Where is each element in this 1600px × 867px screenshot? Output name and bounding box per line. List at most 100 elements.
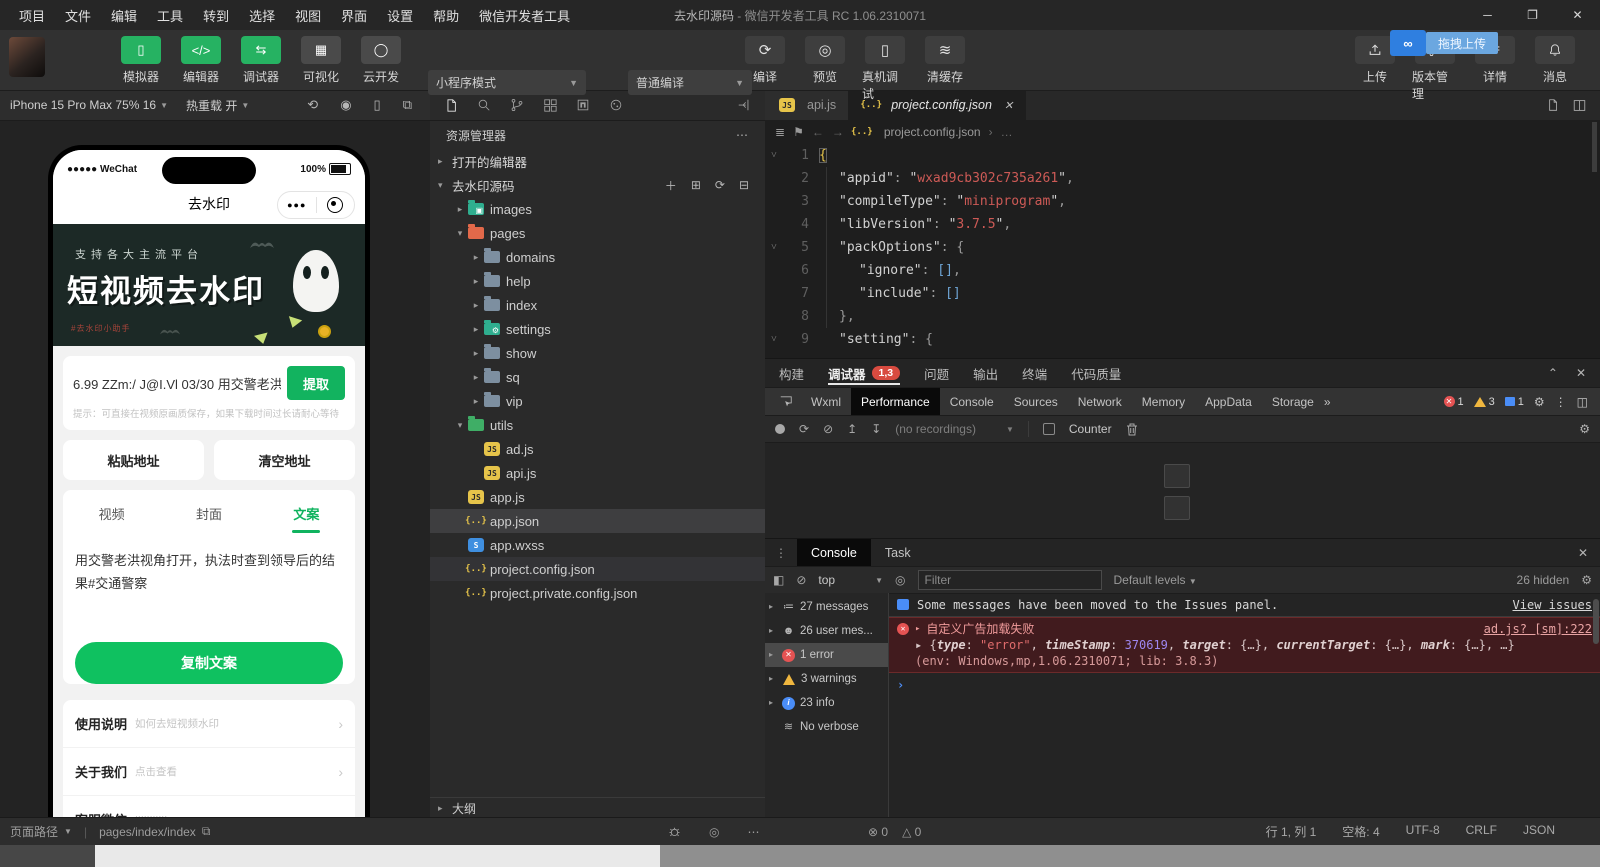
expand-arrow-icon[interactable]: ▸ — [915, 621, 920, 637]
devtools-message-count[interactable]: 1 — [1505, 396, 1524, 408]
debugger-tab-调试器[interactable]: 调试器1,3 — [828, 359, 900, 387]
fold-icon[interactable] — [765, 282, 783, 305]
problem-counts[interactable]: ⊗ 0 △ 0 — [868, 825, 921, 839]
fold-icon[interactable]: ˅ — [765, 236, 783, 259]
record-screen-icon[interactable]: ◉ — [340, 97, 351, 113]
explorer-more-icon[interactable]: ⋯ — [736, 128, 749, 142]
tree-item-settings[interactable]: ▸⚙settings — [430, 317, 765, 341]
dock-side-icon[interactable]: ◫ — [1577, 395, 1588, 409]
toolbar-button-调试器[interactable]: ⇆调试器 — [238, 36, 284, 85]
console-filter-1 error[interactable]: ▸✕1 error — [765, 643, 888, 667]
error-detail[interactable]: ▸ {type: "error", timeStamp: 370619, tar… — [897, 637, 1592, 653]
fold-icon[interactable]: ˅ — [765, 328, 783, 351]
reload-icon[interactable]: ⟳ — [799, 422, 809, 436]
bug-icon[interactable] — [668, 825, 681, 839]
save-profile-icon[interactable]: ↧ — [871, 422, 881, 436]
console-filter-27 messages[interactable]: ▸≔27 messages — [765, 595, 888, 619]
float-window-icon[interactable]: ⧉ — [403, 97, 412, 113]
settings-gear-icon[interactable]: ⚙ — [1579, 422, 1590, 436]
devtools-tab-Memory[interactable]: Memory — [1132, 388, 1195, 415]
search-icon[interactable] — [477, 98, 491, 112]
project-root-section[interactable]: ▾去水印源码 ＋ ⊞ ⟳ ⊟ — [430, 173, 765, 197]
devtools-settings-icon[interactable]: ⚙ — [1534, 395, 1545, 409]
devtools-tab-AppData[interactable]: AppData — [1195, 388, 1262, 415]
console-filter-23 info[interactable]: ▸i23 info — [765, 691, 888, 715]
toolbar-button-清缓存[interactable]: ≋清缓存 — [922, 36, 968, 102]
menu-工具[interactable]: 工具 — [148, 2, 192, 29]
mode-select[interactable]: 小程序模式▼ — [428, 70, 586, 95]
list-item-使用说明[interactable]: 使用说明如何去短视频水印› — [63, 700, 355, 748]
breadcrumb-more[interactable]: … — [1001, 125, 1013, 139]
tree-item-project.config.json[interactable]: {..}project.config.json — [430, 557, 765, 581]
reload-button-icon[interactable] — [1164, 496, 1190, 520]
devtools-tab-Wxml[interactable]: Wxml — [801, 388, 851, 415]
copy-caption-button[interactable]: 复制文案 — [75, 642, 343, 684]
tree-item-domains[interactable]: ▸domains — [430, 245, 765, 269]
tree-item-project.private.config.json[interactable]: {..}project.private.config.json — [430, 581, 765, 605]
fold-icon[interactable] — [765, 259, 783, 282]
code-area[interactable]: ˅1{2"appid": "wxad9cb302c735a261",3"comp… — [765, 144, 1600, 351]
mock-icon[interactable] — [609, 98, 623, 112]
context-select[interactable]: top▼ — [818, 573, 883, 587]
device-select[interactable]: iPhone 15 Pro Max 75% 16 — [10, 98, 156, 112]
menu-编辑[interactable]: 编辑 — [102, 2, 146, 29]
paste-address-button[interactable]: 粘贴地址 — [63, 440, 204, 480]
fold-icon[interactable] — [765, 213, 783, 236]
console-settings-icon[interactable]: ⚙ — [1581, 573, 1592, 587]
toolbar-button-编辑器[interactable]: </>编辑器 — [178, 36, 224, 85]
refresh-explorer-icon[interactable]: ⟳ — [715, 177, 725, 194]
collapse-folders-icon[interactable]: ⊟ — [739, 177, 749, 194]
fold-icon[interactable] — [765, 190, 783, 213]
console-clear-icon[interactable]: ⊘ — [796, 573, 806, 587]
devtools-tab-Performance[interactable]: Performance — [851, 388, 940, 415]
console-tab-Console[interactable]: Console — [797, 539, 871, 566]
counter-checkbox[interactable] — [1043, 423, 1055, 435]
clear-address-button[interactable]: 清空地址 — [214, 440, 355, 480]
collapse-panel-icon[interactable]: ⌃ — [1548, 366, 1558, 380]
layout-icon[interactable] — [543, 98, 557, 112]
compile-mode-select[interactable]: 普通编译▼ — [628, 70, 752, 95]
share-link-input[interactable]: 6.99 ZZm:/ J@I.Vl 03/30 用交警老洪 — [73, 374, 281, 393]
drawer-menu-icon[interactable]: ⋮ — [765, 546, 797, 560]
fold-icon[interactable] — [765, 305, 783, 328]
device-frame-icon[interactable]: ▯ — [374, 97, 381, 113]
nav-forward-icon[interactable]: → — [832, 125, 844, 139]
rotate-icon[interactable]: ⟲ — [307, 97, 318, 113]
list-item-关于我们[interactable]: 关于我们点击查看› — [63, 748, 355, 796]
devtools-tab-Network[interactable]: Network — [1068, 388, 1132, 415]
tree-item-sq[interactable]: ▸sq — [430, 365, 765, 389]
toolbar-button-可视化[interactable]: ▦可视化 — [298, 36, 344, 85]
toolbar-button-消息[interactable]: 消息 — [1532, 36, 1578, 102]
menu-界面[interactable]: 界面 — [332, 2, 376, 29]
devtools-tab-Storage[interactable]: Storage — [1262, 388, 1324, 415]
toolbar-button-真机调试[interactable]: ▯真机调试 — [862, 36, 908, 102]
log-levels-select[interactable]: Default levels ▼ — [1114, 573, 1197, 587]
tree-item-app.wxss[interactable]: Sapp.wxss — [430, 533, 765, 557]
close-panel-icon[interactable]: ✕ — [1576, 366, 1586, 380]
menu-转到[interactable]: 转到 — [194, 2, 238, 29]
status-JSON[interactable]: JSON — [1523, 823, 1555, 840]
console-filter-26 user mes...[interactable]: ▸☻26 user mes... — [765, 619, 888, 643]
menu-微信开发者工具[interactable]: 微信开发者工具 — [470, 2, 579, 29]
status--4[interactable]: 空格: 4 — [1342, 823, 1379, 840]
console-scrollbar[interactable] — [1593, 599, 1599, 644]
breadcrumb-file[interactable]: project.config.json — [884, 125, 981, 139]
console-sidebar-toggle-icon[interactable]: ◧ — [773, 573, 784, 587]
close-button[interactable]: ✕ — [1555, 0, 1600, 30]
debugger-tab-终端[interactable]: 终端 — [1022, 359, 1047, 387]
menu-文件[interactable]: 文件 — [56, 2, 100, 29]
devtools-tab-Sources[interactable]: Sources — [1004, 388, 1068, 415]
tree-item-pages[interactable]: ▾pages — [430, 221, 765, 245]
toolbar-button-模拟器[interactable]: ▯模拟器 — [118, 36, 164, 85]
load-profile-icon[interactable]: ↥ — [847, 422, 857, 436]
files-icon[interactable] — [444, 98, 458, 113]
toolbar-button-云开发[interactable]: ◯云开发 — [358, 36, 404, 85]
npm-packages-icon[interactable] — [576, 98, 590, 112]
new-folder-icon[interactable]: ⊞ — [691, 177, 701, 194]
clear-icon[interactable]: ⊘ — [823, 422, 833, 436]
status-CRLF[interactable]: CRLF — [1466, 823, 1497, 840]
source-control-icon[interactable] — [510, 98, 524, 112]
more-menu-icon[interactable]: ●●● — [278, 200, 316, 210]
inspect-element-icon[interactable] — [779, 395, 793, 409]
overflow-tabs-icon[interactable]: » — [1324, 395, 1331, 409]
